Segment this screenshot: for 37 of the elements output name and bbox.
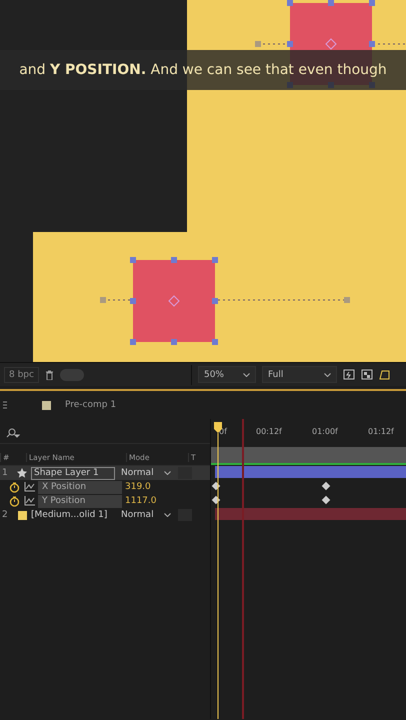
layer-name[interactable]: [Medium...olid 1] bbox=[31, 510, 115, 520]
toggle-switch[interactable] bbox=[60, 368, 84, 380]
caret-icon bbox=[242, 372, 250, 376]
star-icon bbox=[17, 468, 27, 478]
graph-icon[interactable] bbox=[24, 496, 35, 506]
layer-name[interactable]: Shape Layer 1 bbox=[31, 466, 115, 480]
property-name: Y Position bbox=[38, 494, 122, 508]
caret-icon bbox=[164, 513, 171, 517]
caret-icon bbox=[164, 471, 171, 475]
trash-icon[interactable] bbox=[44, 370, 54, 380]
layer-number: 2 bbox=[1, 510, 9, 520]
composition-tab[interactable]: Pre-comp 1 bbox=[65, 400, 116, 410]
caret-icon bbox=[324, 372, 331, 376]
property-value[interactable]: 1117.0 bbox=[125, 496, 156, 506]
graph-icon[interactable] bbox=[24, 482, 35, 492]
stopwatch-icon[interactable] bbox=[9, 482, 20, 492]
search-icon[interactable] bbox=[4, 428, 20, 438]
layer-row[interactable]: 1 Shape Layer 1 Normal bbox=[0, 466, 210, 480]
resolution-dropdown[interactable]: Full bbox=[262, 366, 337, 383]
mode-dropdown[interactable]: Normal bbox=[118, 468, 174, 478]
time-label: 01:12f bbox=[368, 427, 394, 436]
subtitle-caption: and Y POSITION. And we can see that even though bbox=[19, 62, 387, 78]
layer-row[interactable]: 2 [Medium...olid 1] Normal bbox=[0, 508, 210, 522]
checkerboard-icon[interactable] bbox=[360, 369, 373, 380]
mask-icon[interactable] bbox=[378, 369, 391, 380]
stopwatch-icon[interactable] bbox=[9, 496, 20, 506]
region-icon[interactable] bbox=[342, 369, 355, 380]
zoom-dropdown[interactable]: 50% bbox=[198, 366, 256, 383]
property-name: X Position bbox=[38, 480, 122, 494]
property-value[interactable]: 319.0 bbox=[125, 482, 151, 492]
time-label: 00:12f bbox=[256, 427, 282, 436]
mode-dropdown[interactable]: Normal bbox=[118, 510, 174, 520]
layer-number: 1 bbox=[1, 468, 9, 478]
time-label: 01:00f bbox=[312, 427, 338, 436]
bit-depth-button[interactable]: 8 bpc bbox=[4, 366, 39, 382]
menu-icon[interactable] bbox=[3, 401, 8, 409]
work-area-bar[interactable] bbox=[211, 447, 406, 465]
